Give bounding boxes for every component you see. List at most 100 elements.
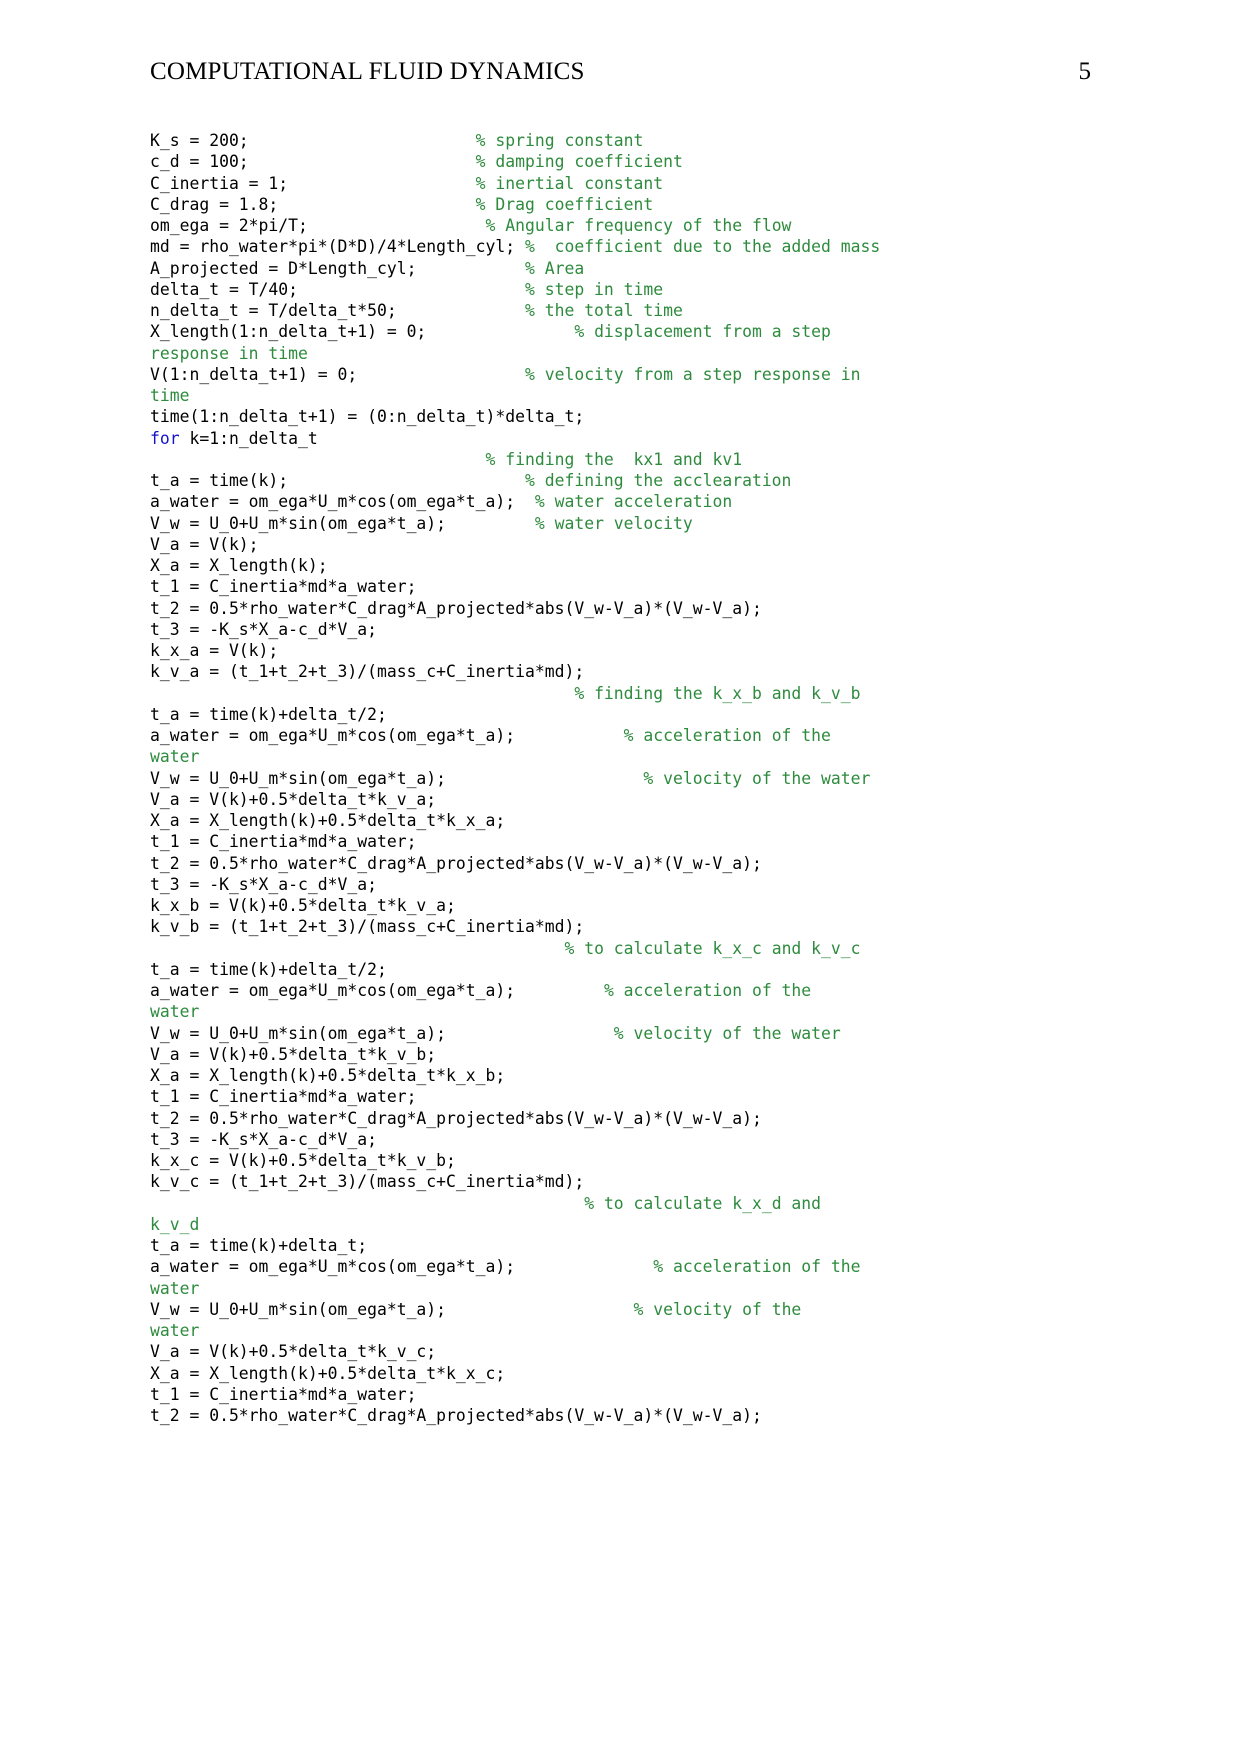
code-comment: % water velocity (534, 513, 693, 533)
code-comment: time (150, 386, 190, 405)
code-text: t_2 = 0.5*rho_water*C_drag*A_projected*a… (150, 1406, 762, 1425)
code-line: V_w = U_0+U_m*sin(om_ega*t_a); % velocit… (150, 1299, 1110, 1320)
code-text: t_3 = -K_s*X_a-c_d*V_a; (150, 619, 377, 639)
code-text: t_3 = -K_s*X_a-c_d*V_a; (150, 874, 377, 894)
code-text: C_drag = 1.8; (150, 194, 476, 214)
code-line: delta_t = T/40; % step in time (150, 279, 1110, 300)
code-text: om_ega = 2*pi/T; (150, 216, 486, 235)
code-text: X_a = X_length(k)+0.5*delta_t*k_x_b; (150, 1066, 506, 1085)
code-line: water (150, 1320, 1110, 1341)
code-line: water (150, 1278, 1110, 1299)
code-line: t_a = time(k)+delta_t/2; (150, 959, 1110, 980)
code-line: t_1 = C_inertia*md*a_water; (150, 576, 1110, 597)
code-text: V_a = V(k)+0.5*delta_t*k_v_a; (150, 789, 437, 809)
code-line: V_w = U_0+U_m*sin(om_ega*t_a); % velocit… (150, 768, 1110, 789)
code-comment: % velocity of the water (643, 768, 871, 788)
code-comment: % Drag coefficient (475, 194, 654, 214)
code-text: k_x_c = V(k)+0.5*delta_t*k_v_b; (150, 1151, 456, 1170)
code-text: t_1 = C_inertia*md*a_water; (150, 577, 417, 597)
code-text: K_s = 200; (150, 131, 476, 150)
code-line: t_a = time(k)+delta_t/2; (150, 704, 1110, 725)
code-text: X_a = X_length(k); (150, 556, 328, 575)
code-comment: % acceleration of the (623, 726, 831, 745)
code-line: V_a = V(k)+0.5*delta_t*k_v_b; (150, 1044, 1110, 1065)
code-line: X_a = X_length(k)+0.5*delta_t*k_x_c; (150, 1363, 1110, 1384)
code-line: t_1 = C_inertia*md*a_water; (150, 831, 1110, 852)
code-line: X_length(1:n_delta_t+1) = 0; % displacem… (150, 321, 1110, 342)
code-text: V_a = V(k); (150, 534, 259, 554)
code-line: time(1:n_delta_t+1) = (0:n_delta_t)*delt… (150, 406, 1110, 427)
code-line: for k=1:n_delta_t (150, 428, 1110, 449)
code-text: delta_t = T/40; (150, 279, 525, 299)
code-text: X_a = X_length(k)+0.5*delta_t*k_x_c; (150, 1363, 506, 1383)
code-text: a_water = om_ega*U_m*cos(om_ega*t_a); (150, 1257, 654, 1277)
code-comment: % velocity from a step response in (524, 364, 861, 384)
document-title: COMPUTATIONAL FLUID DYNAMICS (150, 58, 585, 85)
code-text: X_a = X_length(k)+0.5*delta_t*k_x_a; (150, 811, 506, 830)
code-text: t_2 = 0.5*rho_water*C_drag*A_projected*a… (150, 598, 762, 618)
code-text: C_inertia = 1; (150, 173, 476, 193)
code-comment: % to calculate k_x_c and k_v_c (564, 938, 861, 958)
code-comment: % spring constant (475, 131, 644, 150)
code-text: t_2 = 0.5*rho_water*C_drag*A_projected*a… (150, 1108, 762, 1128)
code-line: response in time (150, 343, 1110, 364)
matlab-code-listing: K_s = 200; % spring constant c_d = 100; %… (150, 130, 1110, 1426)
code-text: t_a = time(k)+delta_t; (150, 1236, 368, 1255)
code-text: a_water = om_ega*U_m*cos(om_ega*t_a); (150, 492, 535, 512)
code-text: A_projected = D*Length_cyl; (150, 258, 525, 278)
code-line: a_water = om_ega*U_m*cos(om_ega*t_a); % … (150, 980, 1110, 1001)
code-line: om_ega = 2*pi/T; % Angular frequency of … (150, 215, 1110, 236)
code-comment: % to calculate k_x_d and (584, 1193, 822, 1213)
code-line: water (150, 746, 1110, 767)
code-line: k_x_b = V(k)+0.5*delta_t*k_v_a; (150, 895, 1110, 916)
code-text: t_1 = C_inertia*md*a_water; (150, 1384, 417, 1404)
code-line: t_a = time(k); % defining the acclearati… (150, 470, 1110, 491)
code-line: X_a = X_length(k); (150, 555, 1110, 576)
code-line: k_x_c = V(k)+0.5*delta_t*k_v_b; (150, 1150, 1110, 1171)
code-line: % finding the kx1 and kv1 (150, 449, 1110, 470)
code-line: a_water = om_ega*U_m*cos(om_ega*t_a); % … (150, 491, 1110, 512)
code-line: k_v_a = (t_1+t_2+t_3)/(mass_c+C_inertia*… (150, 661, 1110, 682)
code-comment: water (150, 1278, 200, 1298)
code-comment: % water acceleration (534, 492, 733, 512)
code-text: n_delta_t = T/delta_t*50; (150, 301, 525, 320)
code-comment: % velocity of the (633, 1299, 802, 1319)
code-text: time(1:n_delta_t+1) = (0:n_delta_t)*delt… (150, 407, 585, 427)
code-comment: % damping coefficient (475, 152, 683, 172)
code-line: md = rho_water*pi*(D*D)/4*Length_cyl; % … (150, 236, 1110, 257)
code-line: A_projected = D*Length_cyl; % Area (150, 258, 1110, 279)
code-text: t_a = time(k)+delta_t/2; (150, 704, 387, 724)
code-line: t_3 = -K_s*X_a-c_d*V_a; (150, 874, 1110, 895)
code-text: t_a = time(k); (150, 471, 525, 490)
code-text: V_a = V(k)+0.5*delta_t*k_v_c; (150, 1342, 437, 1362)
code-comment: response in time (150, 343, 308, 363)
code-comment: % Area (524, 258, 585, 278)
code-line: V_a = V(k)+0.5*delta_t*k_v_a; (150, 789, 1110, 810)
code-text: V_w = U_0+U_m*sin(om_ega*t_a); (150, 1299, 634, 1319)
code-text: k_x_b = V(k)+0.5*delta_t*k_v_a; (150, 896, 456, 915)
page-number: 5 (1078, 58, 1092, 85)
code-line: k_v_d (150, 1214, 1110, 1235)
code-comment: % step in time (524, 279, 664, 299)
code-line: X_a = X_length(k)+0.5*delta_t*k_x_a; (150, 810, 1110, 831)
code-text: V_w = U_0+U_m*sin(om_ega*t_a); (150, 513, 535, 533)
code-text: k=1:n_delta_t (179, 428, 318, 448)
code-line: V(1:n_delta_t+1) = 0; % velocity from a … (150, 364, 1110, 385)
code-comment: % coefficient due to the added mass (524, 237, 881, 257)
code-line: V_w = U_0+U_m*sin(om_ega*t_a); % velocit… (150, 1023, 1110, 1044)
code-text: k_x_a = V(k); (150, 641, 279, 660)
code-line: k_x_a = V(k); (150, 640, 1110, 661)
code-line: a_water = om_ega*U_m*cos(om_ega*t_a); % … (150, 1256, 1110, 1277)
code-text: t_a = time(k)+delta_t/2; (150, 959, 387, 979)
code-text: X_length(1:n_delta_t+1) = 0; (150, 322, 575, 342)
code-line: water (150, 1001, 1110, 1022)
code-line: X_a = X_length(k)+0.5*delta_t*k_x_b; (150, 1065, 1110, 1086)
code-text: t_3 = -K_s*X_a-c_d*V_a; (150, 1129, 377, 1149)
code-line: k_v_b = (t_1+t_2+t_3)/(mass_c+C_inertia*… (150, 916, 1110, 937)
code-comment: % Angular frequency of the flow (485, 216, 792, 235)
code-comment: % displacement from a step (574, 322, 831, 342)
code-line: t_2 = 0.5*rho_water*C_drag*A_projected*a… (150, 853, 1110, 874)
code-line: C_drag = 1.8; % Drag coefficient (150, 194, 1110, 215)
